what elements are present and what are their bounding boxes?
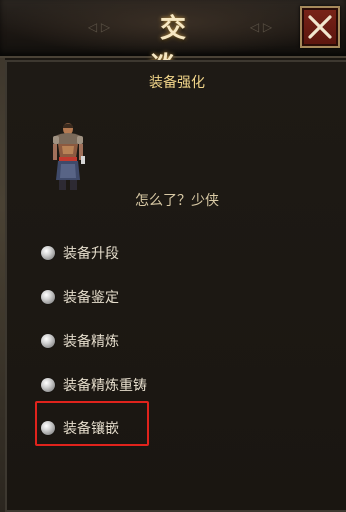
selection-highlight-box [35, 401, 149, 446]
title-bar: ◁ ▷ 交 谈 ◁ ▷ [0, 0, 346, 82]
option-label: 装备升段 [63, 246, 119, 262]
title-ornament-right-icon: ◁ ▷ [249, 20, 273, 34]
bullet-icon [41, 334, 55, 348]
bullet-icon [41, 246, 55, 260]
bullet-icon [41, 290, 55, 304]
option-label: 装备鉴定 [63, 290, 119, 306]
option-label: 装备精炼 [63, 334, 119, 350]
npc-portrait-icon [53, 123, 85, 190]
bullet-icon [41, 378, 55, 392]
option-equipment-refine-reforge[interactable]: 装备精炼重铸 [41, 374, 261, 396]
close-icon [308, 15, 332, 39]
npc-dialogue: 怎么了？少侠 [135, 193, 219, 209]
dialog-window: ◁ ▷ 交 谈 ◁ ▷ 装备强化 [0, 0, 346, 512]
option-equipment-refine[interactable]: 装备精炼 [41, 330, 261, 352]
dialog-content: 装备强化 怎么了？少侠 装备升段 装备鉴定 装备精炼 装备精炼重铸 装备镶嵌 [5, 60, 346, 512]
option-equipment-identify[interactable]: 装备鉴定 [41, 286, 261, 308]
option-equipment-upgrade[interactable]: 装备升段 [41, 242, 261, 264]
close-button[interactable] [300, 6, 340, 48]
npc-name: 装备强化 [149, 75, 205, 91]
window-title: 交 谈 [149, 14, 208, 82]
option-label: 装备精炼重铸 [63, 378, 147, 394]
